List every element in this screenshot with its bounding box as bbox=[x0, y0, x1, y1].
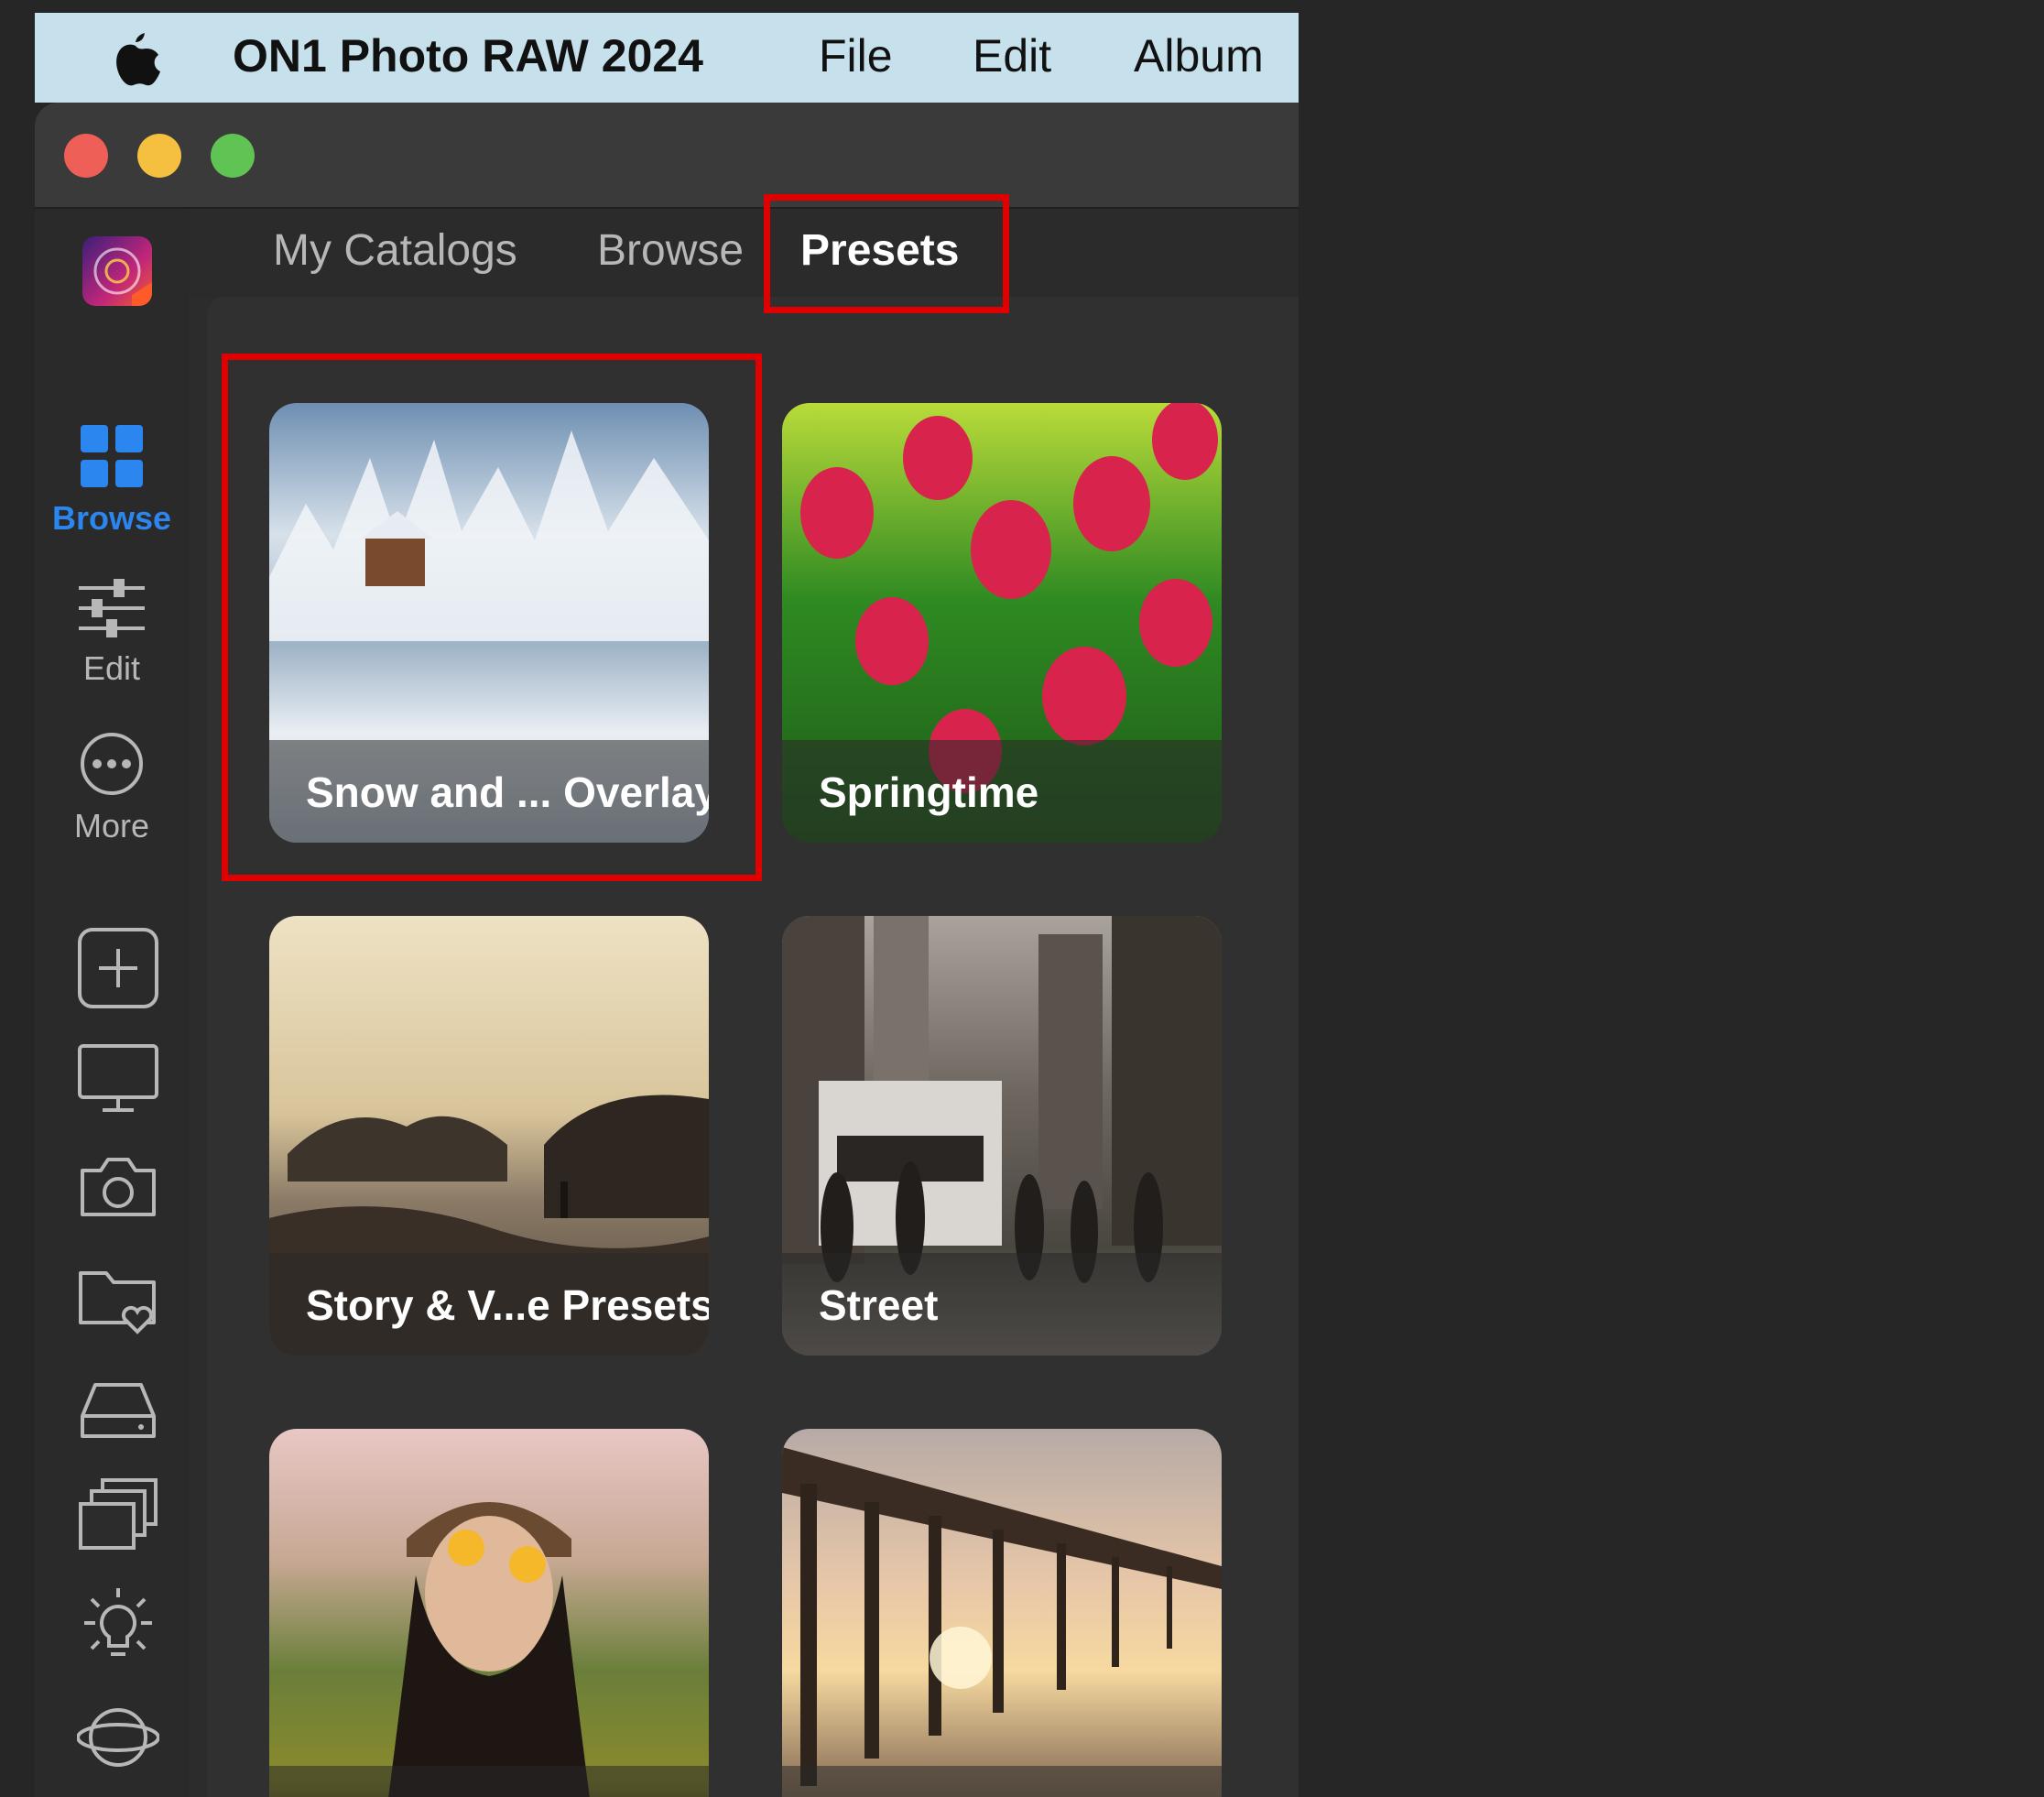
preset-tile-portrait[interactable] bbox=[269, 1429, 709, 1797]
monitor-icon[interactable] bbox=[77, 1037, 159, 1119]
sidebar-item-label: More bbox=[73, 807, 150, 844]
folder-heart-icon[interactable] bbox=[77, 1257, 159, 1339]
preset-label: Story & V...e Presets bbox=[306, 1281, 709, 1329]
drive-icon[interactable] bbox=[77, 1367, 159, 1449]
preset-tile-springtime[interactable]: Springtime bbox=[782, 403, 1222, 843]
preset-caption bbox=[269, 1766, 709, 1797]
sidebar-item-label: Browse bbox=[51, 499, 172, 537]
stack-icon[interactable] bbox=[77, 1476, 159, 1559]
snow-preset-highlight bbox=[222, 354, 762, 881]
preset-label: Street bbox=[819, 1281, 939, 1329]
preset-tile-street[interactable]: Street bbox=[782, 916, 1222, 1356]
sidebar-item-edit[interactable]: Edit bbox=[35, 579, 189, 688]
preset-label: Springtime bbox=[819, 768, 1039, 816]
zoom-window-button[interactable] bbox=[211, 134, 255, 178]
more-icon bbox=[81, 733, 143, 795]
sliders-icon bbox=[79, 579, 145, 637]
add-icon[interactable] bbox=[77, 927, 159, 1009]
close-window-button[interactable] bbox=[64, 134, 108, 178]
camera-icon[interactable] bbox=[77, 1147, 159, 1229]
album-menu[interactable]: Album bbox=[1134, 29, 1264, 82]
file-menu[interactable]: File bbox=[819, 29, 893, 82]
preset-caption: Springtime bbox=[782, 740, 1222, 843]
window-titlebar bbox=[35, 103, 1299, 209]
sidebar-item-more[interactable]: More bbox=[35, 731, 189, 845]
on1-logo-icon bbox=[82, 236, 152, 306]
app-name-menu[interactable]: ON1 Photo RAW 2024 bbox=[233, 29, 703, 82]
preset-caption: Street bbox=[782, 1253, 1222, 1356]
orbit-icon[interactable] bbox=[77, 1696, 159, 1779]
preset-tile-story-presets[interactable]: Story & V...e Presets bbox=[269, 916, 709, 1356]
tab-browse[interactable]: Browse bbox=[597, 225, 744, 276]
sidebar-item-label: Edit bbox=[82, 649, 141, 687]
presets-tab-highlight bbox=[764, 194, 1009, 313]
preset-caption: Story & V...e Presets bbox=[269, 1253, 709, 1356]
pier-sunset-image bbox=[782, 1447, 1222, 1786]
menu-bar: ON1 Photo RAW 2024 File Edit Album bbox=[35, 13, 1299, 103]
minimize-window-button[interactable] bbox=[137, 134, 181, 178]
preset-caption bbox=[782, 1766, 1222, 1797]
tab-my-catalogs[interactable]: My Catalogs bbox=[273, 225, 517, 276]
woman-flowers-image bbox=[388, 1502, 590, 1797]
sidebar-item-browse[interactable]: Browse bbox=[35, 423, 189, 538]
edit-menu[interactable]: Edit bbox=[973, 29, 1051, 82]
grid-icon bbox=[81, 425, 143, 487]
lightbulb-icon[interactable] bbox=[77, 1586, 159, 1669]
preset-tile-pier[interactable] bbox=[782, 1429, 1222, 1797]
app-window: My Catalogs Browse Presets Browse Edit M… bbox=[35, 103, 1299, 1797]
apple-logo-icon[interactable] bbox=[108, 29, 163, 86]
